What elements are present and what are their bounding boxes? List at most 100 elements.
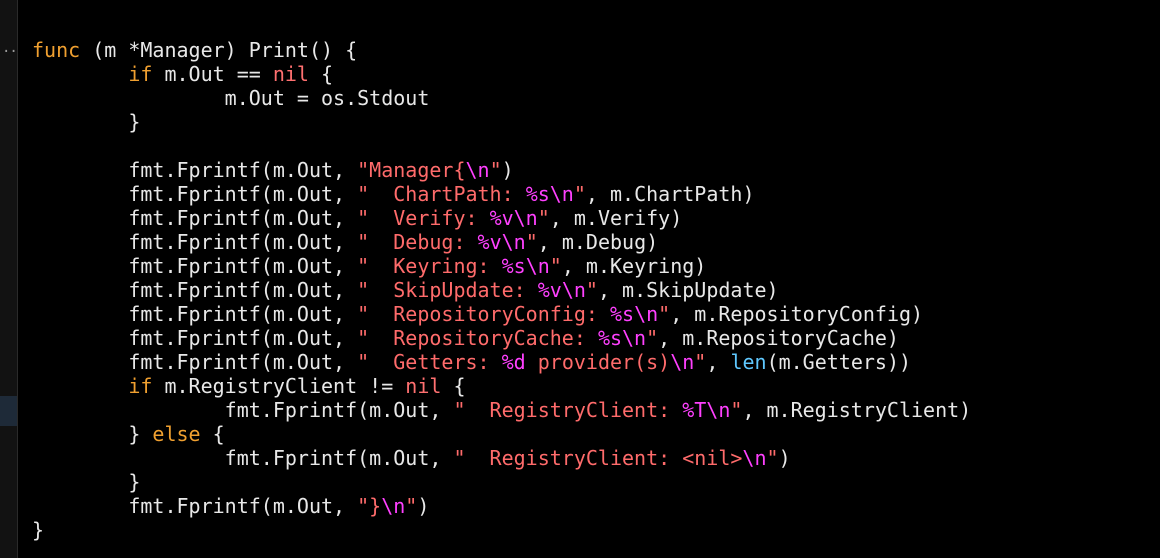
editor-gutter[interactable]: .. xyxy=(0,0,18,558)
code-token: provider(s) xyxy=(525,350,671,374)
code-token: fmt.Fprintf(m.Out, xyxy=(32,182,358,206)
code-line[interactable]: m.Out = os.Stdout xyxy=(32,86,971,110)
code-line[interactable]: } else { xyxy=(32,422,971,446)
code-token: m.Out == xyxy=(152,62,273,86)
code-token: " Getters: xyxy=(357,350,502,374)
code-line[interactable]: fmt.Fprintf(m.Out, " Getters: %d provide… xyxy=(32,350,971,374)
code-line[interactable]: fmt.Fprintf(m.Out, " RegistryClient: <ni… xyxy=(32,446,971,470)
code-token: %s\n xyxy=(501,254,550,278)
code-token: fmt.Fprintf(m.Out, xyxy=(32,494,358,518)
code-token: fmt.Fprintf(m.Out, xyxy=(32,254,358,278)
code-token: %v\n xyxy=(537,278,586,302)
code-line[interactable]: } xyxy=(32,470,971,494)
code-token: , m.RepositoryCache) xyxy=(658,326,899,350)
code-token: %T\n xyxy=(682,398,731,422)
code-token: ) xyxy=(501,158,514,182)
code-line[interactable]: if m.RegistryClient != nil { xyxy=(32,374,971,398)
code-token: fmt.Fprintf(m.Out, xyxy=(32,350,358,374)
fold-ellipsis-icon[interactable]: .. xyxy=(2,40,18,56)
code-token: if xyxy=(128,374,153,398)
code-line[interactable]: if m.Out == nil { xyxy=(32,62,971,86)
code-line[interactable]: fmt.Fprintf(m.Out, " RegistryClient: %T\… xyxy=(32,398,972,422)
code-token: (m.Getters)) xyxy=(766,350,912,374)
code-token: fmt.Fprintf(m.Out, xyxy=(32,230,358,254)
code-token: { xyxy=(200,422,225,446)
code-editor[interactable]: .. func (m *Manager) Print() { if m.Out … xyxy=(0,0,1160,558)
code-token: " xyxy=(405,494,418,518)
code-line[interactable] xyxy=(32,134,971,158)
code-token: , m.Debug) xyxy=(537,230,659,254)
code-token: " xyxy=(585,278,598,302)
code-token: { xyxy=(308,62,334,86)
code-line[interactable]: fmt.Fprintf(m.Out, " RepositoryConfig: %… xyxy=(32,302,971,326)
code-token: , m.RepositoryConfig) xyxy=(670,302,924,326)
code-token: len xyxy=(730,350,767,374)
code-token: " SkipUpdate: xyxy=(357,278,538,302)
code-token: %s\n xyxy=(525,182,574,206)
code-token: , xyxy=(706,350,731,374)
code-token: " xyxy=(549,254,562,278)
code-token: fmt.Fprintf(m.Out, xyxy=(32,278,358,302)
code-area[interactable]: func (m *Manager) Print() { if m.Out == … xyxy=(32,38,971,542)
code-token: " RegistryClient: <nil> xyxy=(453,446,743,470)
code-token: " xyxy=(658,302,671,326)
code-token: " Keyring: xyxy=(357,254,502,278)
code-token: " xyxy=(730,398,743,422)
code-token: %s\n xyxy=(609,302,659,326)
code-token: } xyxy=(32,518,45,542)
code-token: " Debug: xyxy=(357,230,478,254)
code-token: " RepositoryConfig: xyxy=(357,302,610,326)
code-line[interactable]: } xyxy=(32,110,971,134)
code-line[interactable]: fmt.Fprintf(m.Out, " ChartPath: %s\n", m… xyxy=(32,182,971,206)
code-token: } xyxy=(32,422,153,446)
code-token: ) xyxy=(417,494,430,518)
code-token: %v\n xyxy=(477,230,526,254)
code-line[interactable]: fmt.Fprintf(m.Out, " SkipUpdate: %v\n", … xyxy=(32,278,971,302)
code-token: else xyxy=(152,422,201,446)
code-token: "Manager{ xyxy=(357,158,466,182)
code-token: fmt.Fprintf(m.Out, xyxy=(32,398,454,422)
code-token: fmt.Fprintf(m.Out, xyxy=(32,446,454,470)
code-token: "} xyxy=(357,494,382,518)
code-token: (m *Manager) Print() { xyxy=(80,38,358,62)
code-token: fmt.Fprintf(m.Out, xyxy=(32,158,358,182)
code-token: " xyxy=(573,182,586,206)
code-token: \n xyxy=(381,494,406,518)
code-token: nil xyxy=(405,374,442,398)
code-token: , m.Verify) xyxy=(549,206,683,230)
code-line[interactable]: func (m *Manager) Print() { xyxy=(32,38,971,62)
code-line[interactable]: fmt.Fprintf(m.Out, "}\n") xyxy=(32,494,971,518)
code-token: \n xyxy=(670,350,695,374)
current-line-marker xyxy=(0,396,17,426)
code-token: fmt.Fprintf(m.Out, xyxy=(32,302,358,326)
code-token: nil xyxy=(272,62,309,86)
code-token: func xyxy=(32,38,81,62)
code-token: " xyxy=(646,326,659,350)
code-token: %s\n xyxy=(597,326,647,350)
code-token: { xyxy=(441,374,466,398)
code-token: " ChartPath: xyxy=(357,182,526,206)
code-token: fmt.Fprintf(m.Out, xyxy=(32,326,358,350)
code-token: , m.ChartPath) xyxy=(585,182,755,206)
code-token: , m.RegistryClient) xyxy=(742,398,972,422)
code-line[interactable]: fmt.Fprintf(m.Out, " RepositoryCache: %s… xyxy=(32,326,971,350)
code-token: } xyxy=(32,110,141,134)
code-token: \n xyxy=(742,446,767,470)
code-line[interactable]: fmt.Fprintf(m.Out, "Manager{\n") xyxy=(32,158,971,182)
code-token: m.RegistryClient != xyxy=(152,374,406,398)
code-token: \n xyxy=(465,158,490,182)
code-token: " xyxy=(525,230,538,254)
code-token: , m.Keyring) xyxy=(561,254,707,278)
code-line[interactable]: fmt.Fprintf(m.Out, " Keyring: %s\n", m.K… xyxy=(32,254,971,278)
code-token: , m.SkipUpdate) xyxy=(597,278,779,302)
code-line[interactable]: } xyxy=(32,518,971,542)
code-token: " Verify: xyxy=(357,206,490,230)
code-token: if xyxy=(128,62,153,86)
code-token: m.Out = os.Stdout xyxy=(32,86,430,110)
code-token: " xyxy=(537,206,550,230)
code-token: " RegistryClient: xyxy=(453,398,683,422)
code-line[interactable]: fmt.Fprintf(m.Out, " Debug: %v\n", m.Deb… xyxy=(32,230,971,254)
code-line[interactable]: fmt.Fprintf(m.Out, " Verify: %v\n", m.Ve… xyxy=(32,206,971,230)
